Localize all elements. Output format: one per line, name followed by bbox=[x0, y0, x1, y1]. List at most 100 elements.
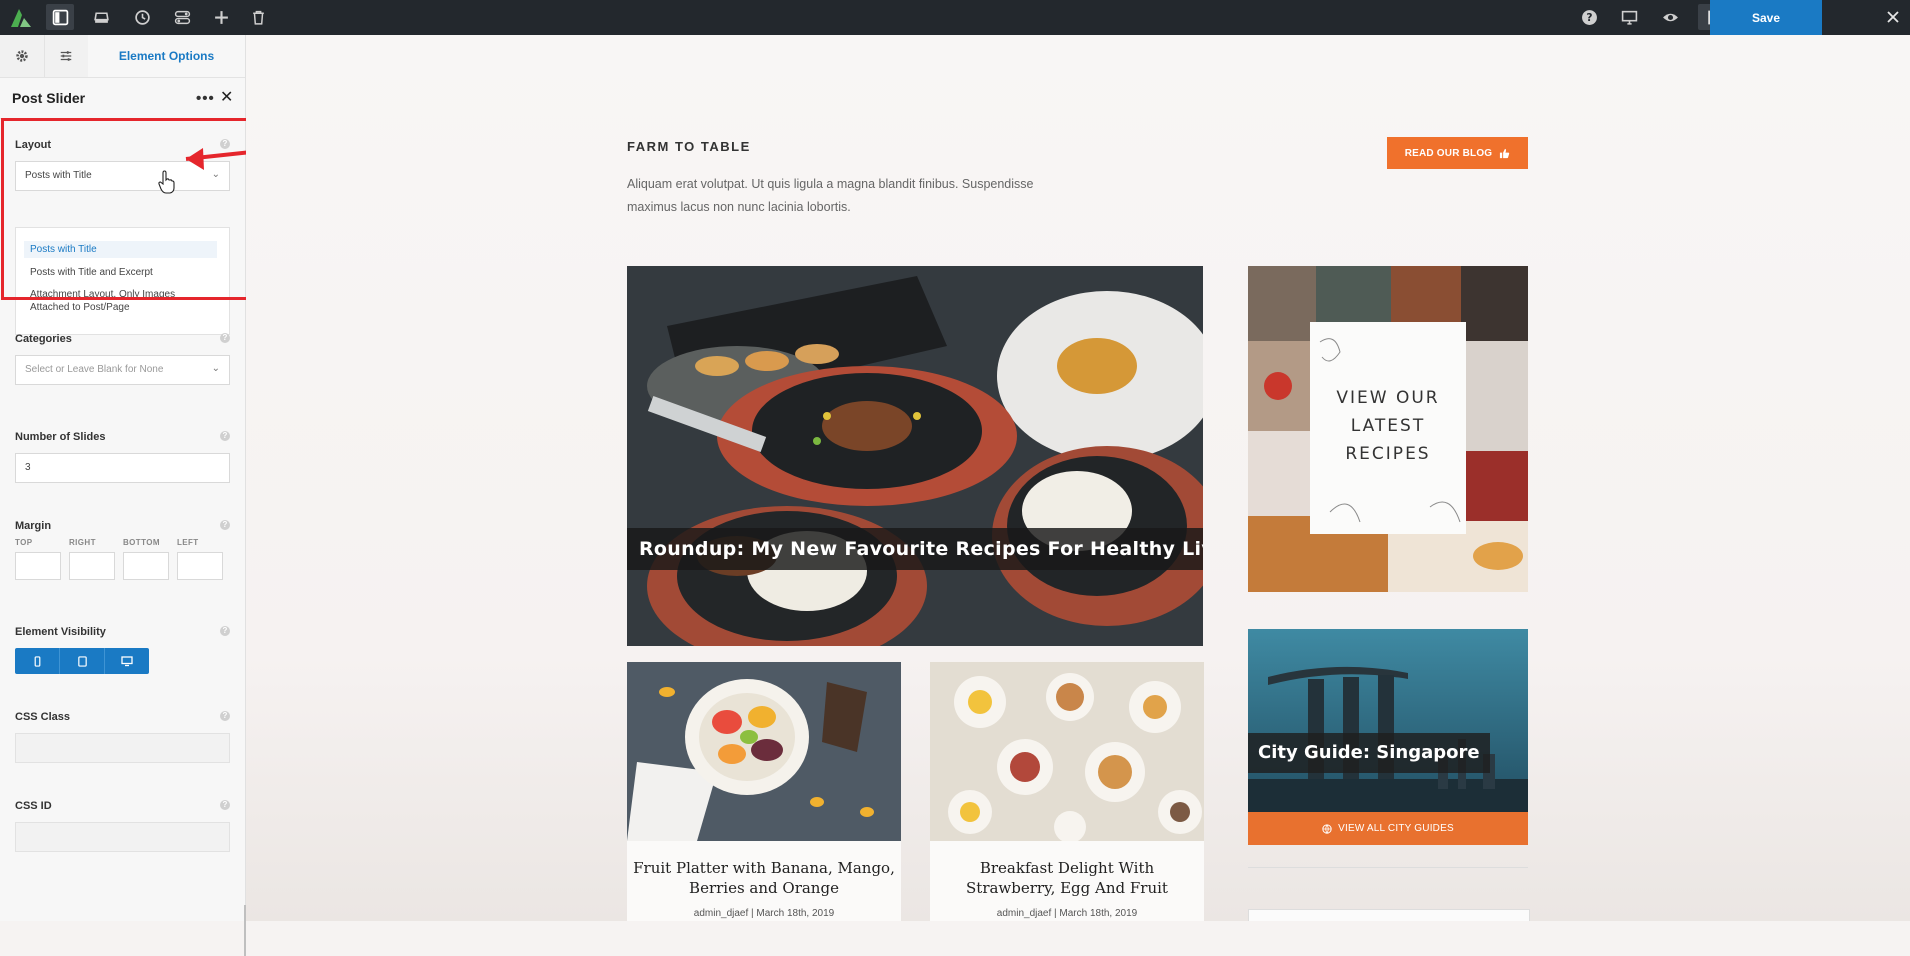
slides-label: Number of Slides bbox=[15, 431, 106, 443]
categories-field: Categories ? Select or Leave Blank for N… bbox=[15, 333, 230, 385]
svg-text:?: ? bbox=[1586, 11, 1592, 24]
settings-toggle-icon[interactable] bbox=[168, 4, 196, 30]
library-icon[interactable] bbox=[87, 4, 115, 30]
margin-left-input[interactable] bbox=[177, 552, 223, 580]
tablet-icon bbox=[77, 655, 87, 667]
sliders-icon[interactable] bbox=[44, 35, 89, 77]
post-card-meta: admin_djaef | March 18th, 2019 bbox=[996, 908, 1138, 919]
help-icon[interactable]: ? bbox=[1575, 4, 1603, 30]
featured-post-slide[interactable]: Roundup: My New Favourite Recipes For He… bbox=[627, 266, 1203, 646]
margin-label: Margin bbox=[15, 520, 52, 532]
save-button[interactable]: Save bbox=[1710, 0, 1822, 35]
margin-top-input[interactable] bbox=[15, 552, 61, 580]
layout-field: Layout ? Posts with Title ⌄ bbox=[15, 139, 230, 191]
layout-option-attachment-cont[interactable]: Attached to Post/Page bbox=[24, 299, 217, 316]
mobile-icon bbox=[34, 655, 40, 667]
layout-icon[interactable] bbox=[46, 4, 74, 30]
help-icon[interactable]: ? bbox=[220, 626, 230, 636]
element-title: Post Slider bbox=[12, 90, 86, 106]
food-photo bbox=[627, 266, 1203, 646]
post-card-title: Fruit Platter with Banana, Mango, Berrie… bbox=[627, 858, 901, 898]
mobile-visibility-button[interactable] bbox=[15, 648, 60, 674]
margin-top-label: TOP bbox=[15, 538, 33, 547]
page-canvas: FARM TO TABLE Aliquam erat volutpat. Ut … bbox=[246, 35, 1910, 921]
thumbs-up-icon bbox=[1500, 148, 1510, 158]
layout-option-attachment[interactable]: Attachment Layout, Only Images bbox=[24, 286, 217, 300]
post-card-title-line: Fruit Platter with Banana, Mango, bbox=[633, 859, 895, 877]
view-all-city-guides-label: VIEW ALL CITY GUIDES bbox=[1338, 823, 1454, 834]
recipes-heading-line: LATEST bbox=[1350, 416, 1426, 436]
sidebar-tabs: Element Options bbox=[0, 35, 245, 78]
history-icon[interactable] bbox=[128, 4, 156, 30]
post-card-fruit[interactable]: Fruit Platter with Banana, Mango, Berrie… bbox=[627, 662, 901, 921]
plus-icon[interactable] bbox=[207, 4, 235, 30]
layout-select[interactable]: Posts with Title ⌄ bbox=[15, 161, 230, 191]
trash-icon[interactable] bbox=[244, 4, 272, 30]
margin-bottom-input[interactable] bbox=[123, 552, 169, 580]
help-icon[interactable]: ? bbox=[220, 431, 230, 441]
layout-label: Layout bbox=[15, 139, 52, 151]
post-card-breakfast[interactable]: Breakfast Delight With Strawberry, Egg A… bbox=[930, 662, 1204, 921]
chevron-down-icon: ⌄ bbox=[211, 363, 220, 374]
css-id-label: CSS ID bbox=[15, 800, 52, 812]
close-icon[interactable] bbox=[1880, 4, 1906, 30]
logo-icon[interactable] bbox=[8, 4, 34, 30]
read-blog-button[interactable]: READ OUR BLOG bbox=[1387, 137, 1528, 169]
post-card-meta: admin_djaef | March 18th, 2019 bbox=[693, 908, 835, 919]
slides-input[interactable]: 3 bbox=[15, 453, 230, 483]
layout-select-value: Posts with Title bbox=[25, 170, 92, 181]
margin-bottom-label: BOTTOM bbox=[123, 538, 160, 547]
margin-field: Margin ? TOP RIGHT BOTTOM LEFT bbox=[15, 520, 230, 580]
layout-option-posts-with-title[interactable]: Posts with Title bbox=[24, 241, 217, 258]
slides-value: 3 bbox=[25, 462, 31, 473]
visibility-toggle-group bbox=[15, 648, 149, 674]
recipes-heading: VIEW OUR LATEST RECIPES bbox=[1310, 384, 1466, 468]
recipes-heading-line: VIEW OUR bbox=[1336, 388, 1440, 408]
help-icon[interactable]: ? bbox=[220, 139, 230, 149]
css-class-label: CSS Class bbox=[15, 711, 71, 723]
eye-icon[interactable] bbox=[1656, 4, 1684, 30]
options-sidebar: Element Options Post Slider ••• ✕ Layout… bbox=[0, 35, 246, 956]
help-icon[interactable]: ? bbox=[220, 800, 230, 810]
close-panel-icon[interactable]: ✕ bbox=[220, 87, 233, 107]
categories-placeholder: Select or Leave Blank for None bbox=[25, 364, 164, 375]
help-icon[interactable]: ? bbox=[220, 711, 230, 721]
post-card-title-line: Strawberry, Egg And Fruit bbox=[966, 879, 1168, 897]
desktop-icon bbox=[121, 656, 133, 667]
post-card-title: Breakfast Delight With Strawberry, Egg A… bbox=[930, 858, 1204, 898]
city-guide-promo[interactable]: City Guide: Singapore VIEW ALL CITY GUID… bbox=[1248, 629, 1528, 845]
help-icon[interactable]: ? bbox=[220, 520, 230, 530]
help-icon[interactable]: ? bbox=[220, 333, 230, 343]
tablet-visibility-button[interactable] bbox=[60, 648, 105, 674]
categories-select[interactable]: Select or Leave Blank for None ⌄ bbox=[15, 355, 230, 385]
post-card-title-line: Breakfast Delight With bbox=[979, 859, 1155, 877]
visibility-field: Element Visibility ? bbox=[15, 626, 230, 674]
margin-right-input[interactable] bbox=[69, 552, 115, 580]
chevron-down-icon: ⌄ bbox=[211, 169, 220, 180]
featured-post-title: Roundup: My New Favourite Recipes For He… bbox=[627, 528, 1203, 570]
slides-field: Number of Slides ? 3 bbox=[15, 431, 230, 483]
visibility-label: Element Visibility bbox=[15, 626, 106, 638]
sidebar-divider bbox=[1248, 867, 1528, 868]
layout-option-title-excerpt[interactable]: Posts with Title and Excerpt bbox=[24, 264, 217, 281]
hand-cursor-icon bbox=[158, 170, 175, 194]
fruit-platter-photo bbox=[627, 662, 901, 841]
desktop-icon[interactable] bbox=[1615, 4, 1643, 30]
gear-icon[interactable] bbox=[0, 35, 45, 77]
css-class-field: CSS Class ? bbox=[15, 711, 230, 763]
latest-recipes-promo[interactable]: VIEW OUR LATEST RECIPES bbox=[1248, 266, 1528, 592]
more-options-icon[interactable]: ••• bbox=[196, 90, 215, 107]
section-intro: Aliquam erat volutpat. Ut quis ligula a … bbox=[627, 177, 1034, 214]
css-class-input[interactable] bbox=[15, 733, 230, 763]
recipes-heading-line: RECIPES bbox=[1345, 444, 1431, 464]
city-guide-title: City Guide: Singapore bbox=[1248, 733, 1490, 773]
tab-element-options[interactable]: Element Options bbox=[88, 35, 245, 77]
css-id-input[interactable] bbox=[15, 822, 230, 852]
next-widget-box bbox=[1248, 909, 1530, 921]
view-all-city-guides-link[interactable]: VIEW ALL CITY GUIDES bbox=[1248, 812, 1528, 845]
desktop-visibility-button[interactable] bbox=[105, 648, 149, 674]
css-id-field: CSS ID ? bbox=[15, 800, 230, 852]
post-card-title-line: Berries and Orange bbox=[689, 879, 839, 897]
categories-label: Categories bbox=[15, 333, 72, 345]
breakfast-photo bbox=[930, 662, 1204, 841]
